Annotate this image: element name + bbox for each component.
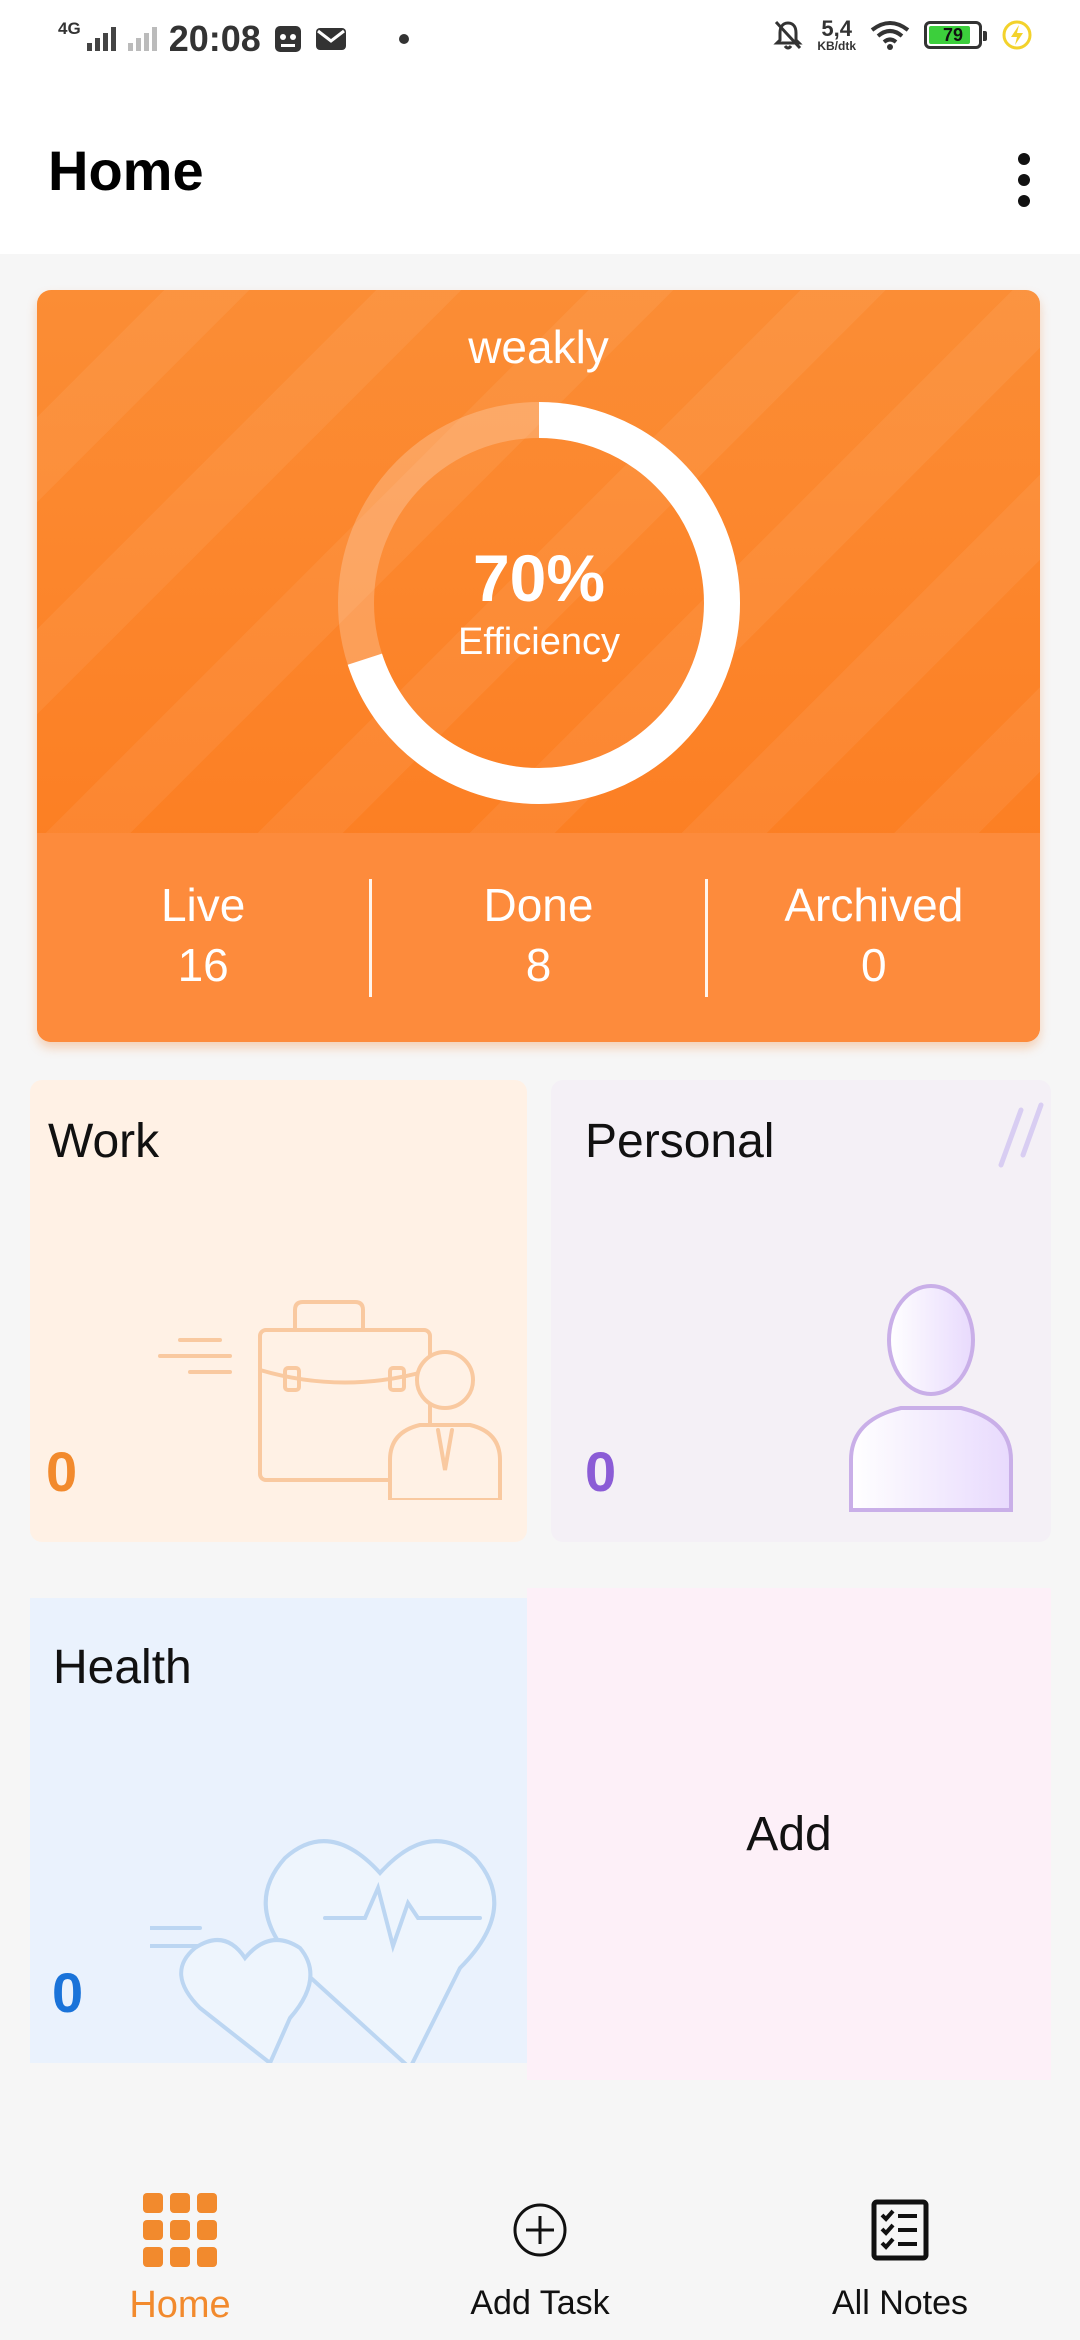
stat-value: 0 — [861, 938, 887, 991]
signal-icon — [86, 27, 116, 51]
more-vertical-icon — [1018, 153, 1030, 165]
dot-icon — [398, 34, 409, 44]
stat-label: Done — [483, 878, 594, 931]
category-tile-health[interactable]: Health 0 — [30, 1598, 527, 2063]
add-category-button[interactable]: Add — [527, 1588, 1051, 2080]
add-circle-icon — [500, 2190, 580, 2270]
signal-icon — [127, 27, 157, 51]
more-options-button[interactable] — [992, 132, 1056, 228]
nav-all-notes[interactable]: All Notes — [720, 2160, 1080, 2340]
nav-home[interactable]: Home — [0, 2160, 360, 2340]
wifi-icon — [870, 21, 910, 50]
network-type: 4G — [58, 19, 81, 38]
camera-app-icon — [274, 26, 301, 52]
page-title: Home — [48, 139, 204, 202]
nav-label: Add Task — [470, 2284, 610, 2322]
stat-value: 8 — [525, 938, 552, 991]
checklist-icon — [860, 2190, 940, 2270]
decorative-streaks-icon — [998, 1102, 1044, 1168]
category-title: Personal — [585, 1115, 775, 1168]
category-title: Health — [53, 1641, 192, 1694]
category-count: 0 — [52, 1961, 84, 2024]
briefcase-person-icon — [158, 1300, 502, 1500]
stat-label: Live — [160, 878, 246, 931]
category-count: 0 — [46, 1440, 78, 1503]
nav-add-task[interactable]: Add Task — [360, 2160, 720, 2340]
category-tile-work[interactable]: Work 0 — [30, 1080, 527, 1542]
battery-level: 79 — [942, 24, 964, 45]
battery-icon: 79 — [924, 21, 987, 49]
stat-value: 16 — [177, 938, 229, 991]
nav-label: All Notes — [831, 2284, 969, 2322]
heart-pulse-icon — [150, 1839, 497, 2063]
mute-icon — [773, 20, 803, 50]
charging-icon — [1002, 20, 1032, 50]
category-title: Work — [48, 1115, 160, 1168]
network-speed: 5,4 KB/dtk — [817, 16, 856, 53]
period-label: weakly — [468, 321, 609, 373]
stat-archived[interactable]: Archived 0 — [708, 878, 1040, 998]
nav-label: Home — [129, 2284, 231, 2326]
speed-unit: KB/dtk — [817, 39, 856, 53]
stat-label: Archived — [784, 878, 964, 931]
category-tile-personal[interactable]: Personal 0 — [551, 1080, 1051, 1542]
bottom-navigation: Home Add Task All Notes — [0, 2160, 1080, 2340]
app-bar: Home — [0, 84, 1080, 254]
stat-done[interactable]: Done 8 — [372, 878, 704, 998]
efficiency-label: Efficiency — [458, 620, 620, 663]
status-time: 20:08 — [168, 18, 261, 59]
add-category-label: Add — [746, 1807, 832, 1861]
status-bar: 4G 20:08 5,4 KB/dtk 79 — [0, 0, 1080, 84]
mail-icon — [315, 28, 346, 50]
efficiency-summary-card: weakly 70% Efficiency Live 16 Done 8 Arc… — [37, 290, 1040, 1042]
person-icon — [849, 1284, 1013, 1512]
category-count: 0 — [585, 1440, 617, 1503]
efficiency-value: 70% — [472, 541, 606, 616]
grid-icon — [140, 2190, 220, 2270]
stat-live[interactable]: Live 16 — [37, 878, 369, 998]
speed-value: 5,4 — [821, 16, 852, 41]
task-stats: Live 16 Done 8 Archived 0 — [37, 833, 1040, 1042]
